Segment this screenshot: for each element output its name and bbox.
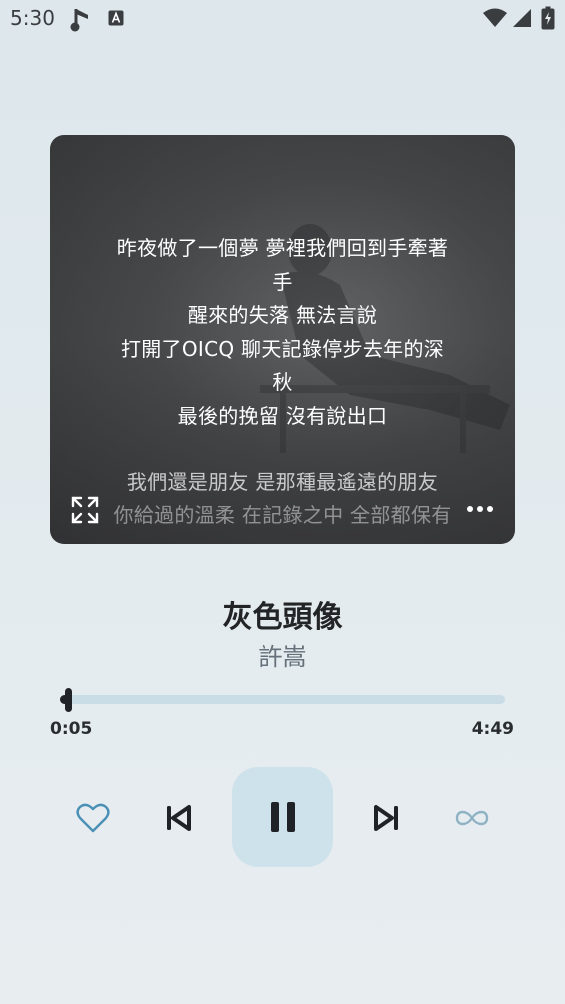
keyboard-a-icon <box>108 10 124 26</box>
song-title: 灰色頭像 <box>222 600 343 635</box>
lyric-spacer <box>90 433 475 466</box>
cell-signal-icon <box>513 9 531 27</box>
progress-track[interactable] <box>60 695 505 704</box>
infinity-loop-icon <box>455 810 489 826</box>
lyrics-text[interactable]: 昨夜做了一個夢 夢裡我們回到手牽著 手 醒來的失落 無法言說 打開了OICQ 聊… <box>90 232 475 530</box>
lyric-line: 手 <box>272 269 293 294</box>
wifi-icon <box>483 8 507 27</box>
music-note-icon <box>70 9 88 32</box>
lyric-line: 醒來的失落 無法言說 <box>187 303 378 327</box>
previous-button[interactable] <box>158 797 198 839</box>
total-time: 4:49 <box>471 719 514 739</box>
pause-icon <box>270 802 295 832</box>
lyric-line: 我們還是朋友 是那種最遙遠的朋友 <box>126 470 439 494</box>
status-time: 5:30 <box>10 6 55 30</box>
skip-next-icon <box>374 805 398 831</box>
lyric-line: 昨夜做了一個夢 夢裡我們回到手牽著 <box>116 236 449 260</box>
lyric-line: 打開了OICQ 聊天記錄停步去年的深 <box>120 336 445 361</box>
more-options-icon[interactable] <box>464 501 496 517</box>
lyric-line: 你給過的溫柔 在記錄之中 全部都保有 <box>113 502 452 527</box>
skip-previous-icon <box>167 805 191 831</box>
lyric-line: 秋 <box>272 370 293 394</box>
play-pause-button[interactable] <box>232 767 333 867</box>
elapsed-time: 0:05 <box>50 719 93 739</box>
favorite-button[interactable] <box>72 797 114 839</box>
progress-thumb[interactable] <box>65 688 72 712</box>
heart-outline-icon <box>76 803 110 833</box>
status-bar: 5:30 <box>0 0 565 38</box>
repeat-mode-button[interactable] <box>450 800 494 836</box>
lyric-line: 最後的挽留 沒有說出口 <box>177 403 388 428</box>
battery-charging-icon <box>541 6 555 30</box>
lyrics-card[interactable]: 昨夜做了一個夢 夢裡我們回到手牽著 手 醒來的失落 無法言說 打開了OICQ 聊… <box>50 135 515 544</box>
song-artist[interactable]: 許嵩 <box>0 637 565 672</box>
fullscreen-expand-icon[interactable] <box>70 495 100 525</box>
next-button[interactable] <box>367 797 407 839</box>
